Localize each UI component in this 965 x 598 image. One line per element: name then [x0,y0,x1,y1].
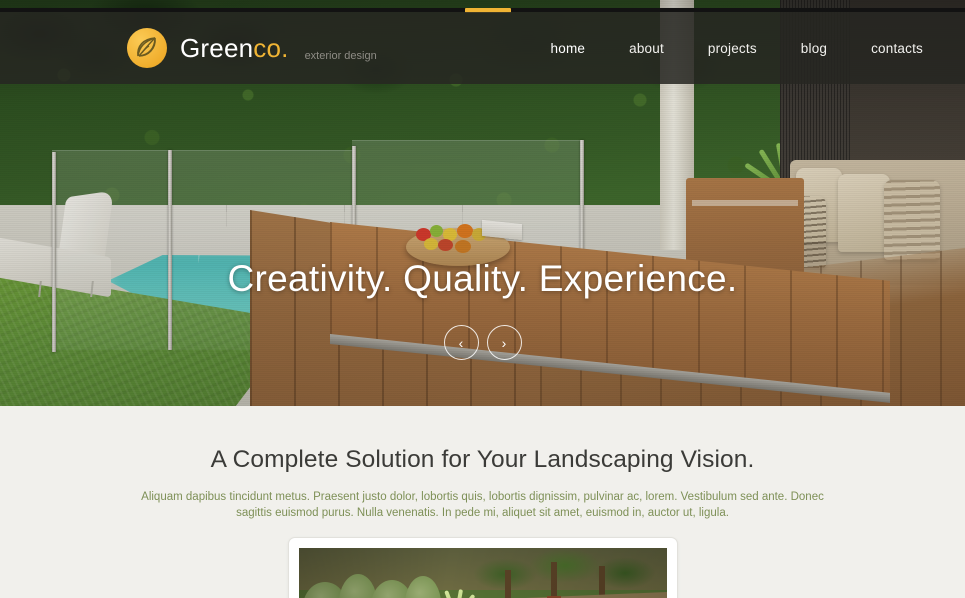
slider-next-button[interactable]: › [486,325,522,360]
page-root: Creativity. Quality. Experience. ‹ › Gre… [0,0,965,598]
site-header: Greenco. exterior design home about proj… [0,12,965,84]
sofa-cushion-striped [884,180,940,260]
balustrade-post [168,150,172,350]
logo-text-accent: co. [253,33,289,63]
logo[interactable]: Greenco. exterior design [127,28,377,68]
fruit-item [438,239,453,251]
card-image-shading [299,548,667,598]
slider-controls: ‹ › [0,325,965,360]
hero-caption: Creativity. Quality. Experience. [227,258,738,299]
nav-item-about[interactable]: about [607,41,686,56]
fruit-item [424,238,438,250]
intro-section: A Complete Solution for Your Landscaping… [0,406,965,598]
nav-item-projects[interactable]: projects [686,41,779,56]
slider-prev-button[interactable]: ‹ [443,325,479,360]
main-navigation: home about projects blog contacts [529,12,945,84]
fruit-item [457,224,473,238]
logo-text: Greenco. [180,35,289,61]
sofa-cushion [838,174,890,252]
feature-card-image [299,548,667,598]
fruit-item [455,240,471,253]
nav-item-blog[interactable]: blog [779,41,849,56]
site-tagline: exterior design [304,50,377,62]
fruit-item [430,225,443,237]
section-title: A Complete Solution for Your Landscaping… [210,446,755,473]
feature-card[interactable] [288,537,678,598]
section-paragraph: Aliquam dapibus tincidunt metus. Praesen… [141,491,824,519]
leaf-circle-icon [127,28,167,68]
balustrade-post [52,152,56,352]
logo-text-primary: Green [180,33,254,63]
nav-item-contacts[interactable]: contacts [849,41,945,56]
nav-item-home[interactable]: home [529,41,608,56]
